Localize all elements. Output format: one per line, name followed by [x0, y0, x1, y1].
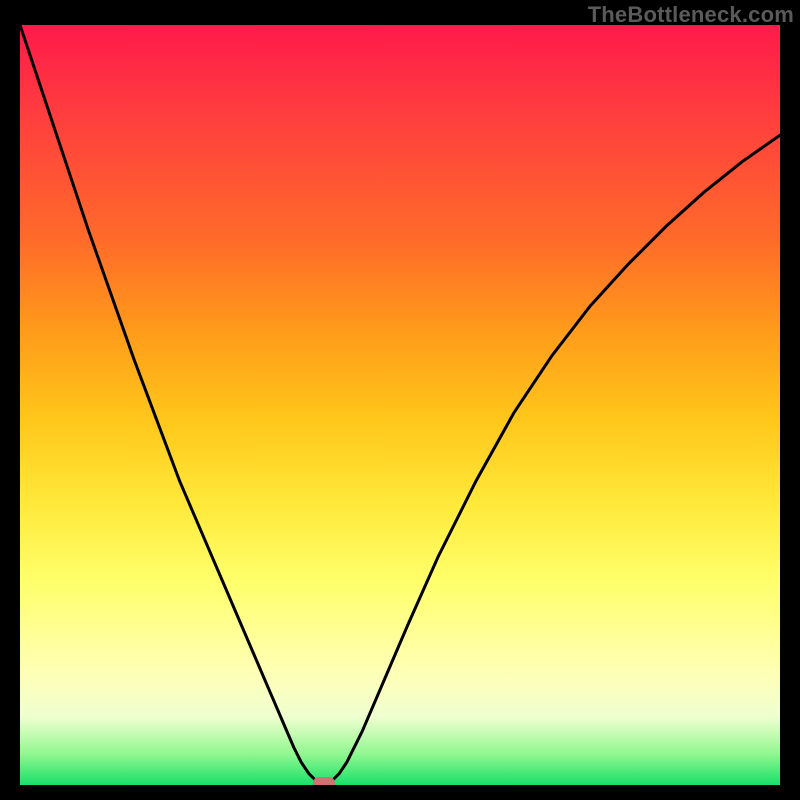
plot-area — [20, 25, 780, 785]
minimum-marker-icon — [313, 777, 335, 785]
bottleneck-curve — [20, 25, 780, 785]
chart-frame: TheBottleneck.com — [0, 0, 800, 800]
